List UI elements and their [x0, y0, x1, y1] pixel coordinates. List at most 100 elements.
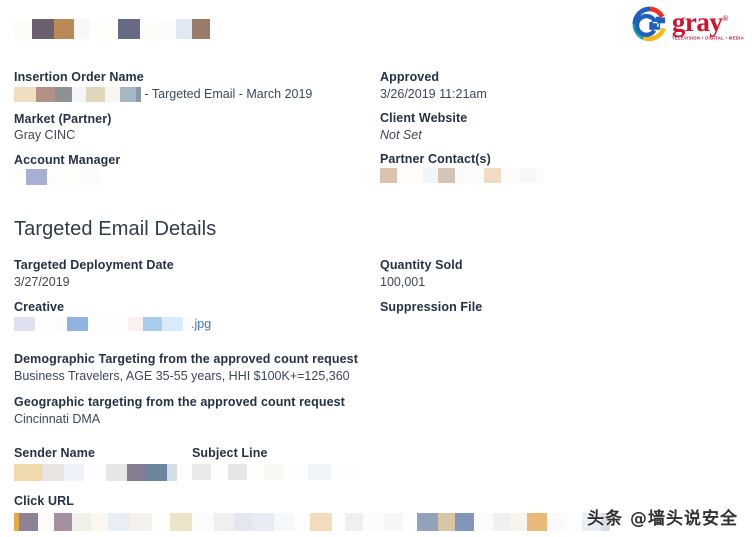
redaction-block: [345, 513, 363, 532]
redaction-block: [64, 463, 84, 481]
redaction-block: [474, 513, 493, 532]
click-url-label: Click URL: [14, 494, 74, 508]
sender-name-label: Sender Name: [14, 446, 95, 460]
redaction-block: [72, 513, 91, 532]
redaction-block: [88, 317, 128, 331]
gray-logo: gray® TELEVISION • DIGITAL • MEDIA: [632, 6, 744, 42]
redacted-account-manager: [14, 168, 101, 185]
creative-file-extension[interactable]: .jpg: [191, 317, 211, 331]
redaction-block: [214, 513, 234, 532]
redaction-block: [397, 168, 423, 184]
field-subject-line: Subject Line: [192, 446, 354, 481]
market-partner-value: Gray CINC: [14, 128, 76, 143]
redaction-block: [380, 168, 397, 184]
click-url-value[interactable]: [14, 513, 610, 532]
redaction-block: [152, 513, 170, 532]
redaction-block: [247, 464, 264, 481]
insertion-order-name-label: Insertion Order Name: [14, 70, 144, 84]
redaction-block: [108, 513, 130, 532]
client-website-label: Client Website: [380, 110, 468, 125]
field-geographic-targeting: Geographic targeting from the approved c…: [14, 395, 734, 427]
redaction-block: [105, 86, 120, 102]
redaction-block: [176, 19, 192, 39]
redaction-block: [91, 513, 108, 532]
targeted-deployment-date-label: Targeted Deployment Date: [14, 258, 174, 272]
suppression-file-label: Suppression File: [380, 299, 483, 314]
redaction-block: [14, 168, 26, 185]
redaction-block: [423, 168, 438, 184]
gray-tagline: TELEVISION • DIGITAL • MEDIA: [671, 35, 744, 41]
creative-label: Creative: [14, 299, 65, 314]
subject-line-value: [192, 464, 354, 481]
gray-wordmark: gray®: [672, 8, 729, 36]
redaction-block: [14, 19, 32, 39]
field-creative: Creative .jpg: [14, 300, 374, 333]
redaction-block: [493, 513, 510, 532]
redaction-block: [264, 464, 284, 481]
field-click-url: Click URL: [14, 494, 610, 532]
field-demographic-targeting: Demographic Targeting from the approved …: [14, 352, 734, 384]
redaction-block: [331, 464, 354, 481]
redaction-block: [170, 513, 192, 532]
redaction-block: [140, 19, 162, 39]
redaction-block: [14, 317, 35, 331]
approved-value: 3/26/2019 11:21am: [380, 86, 487, 101]
redaction-block: [332, 513, 345, 532]
insertion-order-name-value: - Targeted Email - March 2019: [14, 86, 374, 103]
redaction-block: [35, 317, 56, 331]
redaction-block: [274, 513, 294, 532]
redacted-sender-name: [14, 463, 177, 481]
gray-trademark: ®: [722, 13, 728, 23]
redaction-block: [67, 317, 88, 331]
insertion-order-name-suffix: - Targeted Email - March 2019: [141, 87, 313, 102]
redaction-block: [384, 513, 403, 532]
field-sender-name: Sender Name: [14, 446, 177, 481]
field-suppression-file: Suppression File: [380, 300, 740, 332]
redaction-block: [47, 168, 59, 185]
redacted-header-band: [14, 18, 210, 40]
redaction-block: [183, 317, 191, 331]
field-quantity-sold: Quantity Sold 100,001: [380, 258, 740, 290]
redaction-block: [55, 86, 72, 102]
section-left-column: Targeted Deployment Date 3/27/2019 Creat…: [14, 258, 374, 340]
redacted-click-url: [14, 513, 610, 532]
redaction-block: [59, 168, 85, 185]
partner-contacts-label: Partner Contact(s): [380, 151, 491, 166]
field-approved: Approved 3/26/2019 11:21am: [380, 70, 740, 102]
redaction-block: [19, 513, 38, 532]
redaction-block: [106, 463, 127, 481]
redaction-block: [234, 513, 253, 532]
field-targeted-deployment-date: Targeted Deployment Date 3/27/2019: [14, 258, 374, 290]
geographic-targeting-value: Cincinnati DMA: [14, 411, 101, 426]
redaction-block: [438, 168, 455, 184]
redaction-block: [167, 463, 177, 481]
redaction-block: [56, 317, 67, 331]
field-account-manager: Account Manager: [14, 153, 374, 186]
redaction-block: [501, 168, 520, 184]
redaction-block: [26, 168, 47, 185]
redaction-block: [120, 86, 136, 102]
redaction-block: [536, 168, 544, 184]
redaction-block: [14, 86, 36, 102]
redacted-partner-contacts: [380, 168, 544, 184]
document-page: gray® TELEVISION • DIGITAL • MEDIA Inser…: [0, 0, 752, 537]
redaction-block: [90, 19, 118, 39]
redaction-block: [455, 168, 484, 184]
redacted-subject-line: [192, 464, 354, 481]
redaction-block: [84, 463, 106, 481]
demographic-targeting-value: Business Travelers, AGE 35-55 years, HHI…: [14, 368, 350, 383]
section-right-column: Quantity Sold 100,001 Suppression File: [380, 258, 740, 339]
redaction-block: [566, 513, 582, 532]
redaction-block: [253, 513, 274, 532]
redaction-block: [85, 168, 101, 185]
redaction-block: [42, 463, 64, 481]
geographic-targeting-label: Geographic targeting from the approved c…: [14, 394, 345, 409]
redaction-block: [455, 513, 474, 532]
redaction-block: [484, 168, 501, 184]
field-market-partner: Market (Partner) Gray CINC: [14, 112, 374, 144]
redaction-block: [520, 168, 536, 184]
redacted-creative-filename: [14, 317, 191, 331]
creative-value: .jpg: [14, 316, 374, 333]
redaction-block: [192, 464, 211, 481]
gray-g-logo-icon: [632, 6, 668, 42]
